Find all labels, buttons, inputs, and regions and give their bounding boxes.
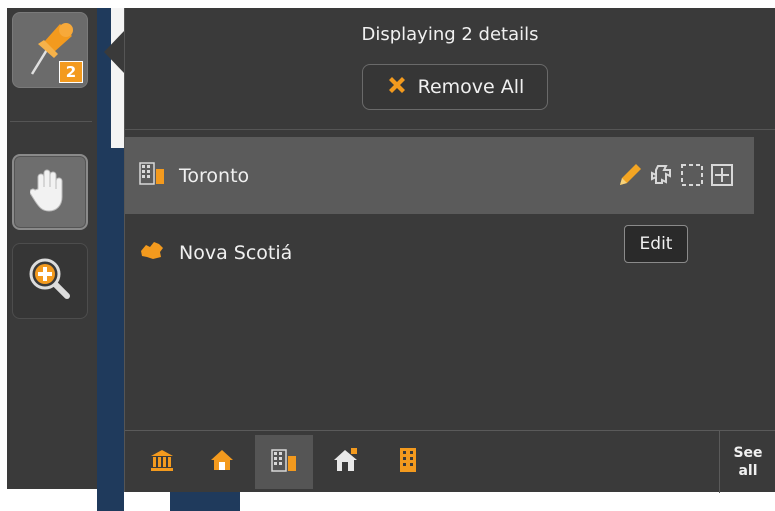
pushpin-tool-button[interactable]: 2 (12, 12, 88, 88)
city-buildings-icon (271, 448, 297, 476)
panel-title: Displaying 2 details (361, 24, 539, 45)
category-city-button[interactable] (255, 435, 313, 489)
remove-all-label: Remove All (417, 76, 525, 98)
remove-x-icon (386, 74, 408, 101)
pan-tool-button[interactable] (12, 154, 88, 230)
category-tall-building-button[interactable] (379, 435, 437, 489)
city-buildings-icon (139, 161, 165, 190)
remove-all-button[interactable]: Remove All (362, 64, 548, 110)
tool-rail: 2 (7, 8, 97, 489)
house-alt-icon (333, 447, 359, 477)
province-shape-icon (139, 239, 165, 266)
museum-icon (150, 448, 174, 476)
hand-pan-icon (29, 167, 70, 217)
edit-tooltip: Edit (624, 225, 688, 263)
puzzle-icon[interactable] (650, 163, 674, 192)
see-all-button[interactable]: See all (719, 431, 775, 493)
header-divider (125, 129, 775, 130)
detail-row-label: Nova Scotiá (179, 241, 293, 264)
category-museum-button[interactable] (133, 435, 191, 489)
pencil-icon[interactable] (616, 161, 644, 194)
details-panel: Displaying 2 details Remove All Toronto (124, 8, 775, 493)
tall-building-icon (398, 447, 418, 477)
see-all-label-line1: See (733, 445, 763, 461)
category-house-alt-button[interactable] (317, 435, 375, 489)
zoom-tool-button[interactable] (12, 243, 88, 319)
dashed-select-icon[interactable] (680, 163, 704, 192)
detail-row-label: Toronto (179, 164, 250, 187)
map-land (111, 8, 124, 148)
panel-pointer (104, 30, 125, 74)
category-house-button[interactable] (193, 435, 251, 489)
zoom-in-icon (27, 256, 73, 306)
detail-row-toronto[interactable]: Toronto (125, 137, 754, 214)
map-water-bottom (170, 489, 240, 511)
category-bar: See all (125, 430, 775, 493)
row-tools (616, 161, 734, 194)
plus-box-icon[interactable] (710, 163, 734, 192)
house-icon (210, 448, 234, 476)
pin-count-badge: 2 (59, 61, 83, 83)
rail-divider (10, 121, 92, 122)
see-all-label-line2: all (738, 463, 758, 479)
